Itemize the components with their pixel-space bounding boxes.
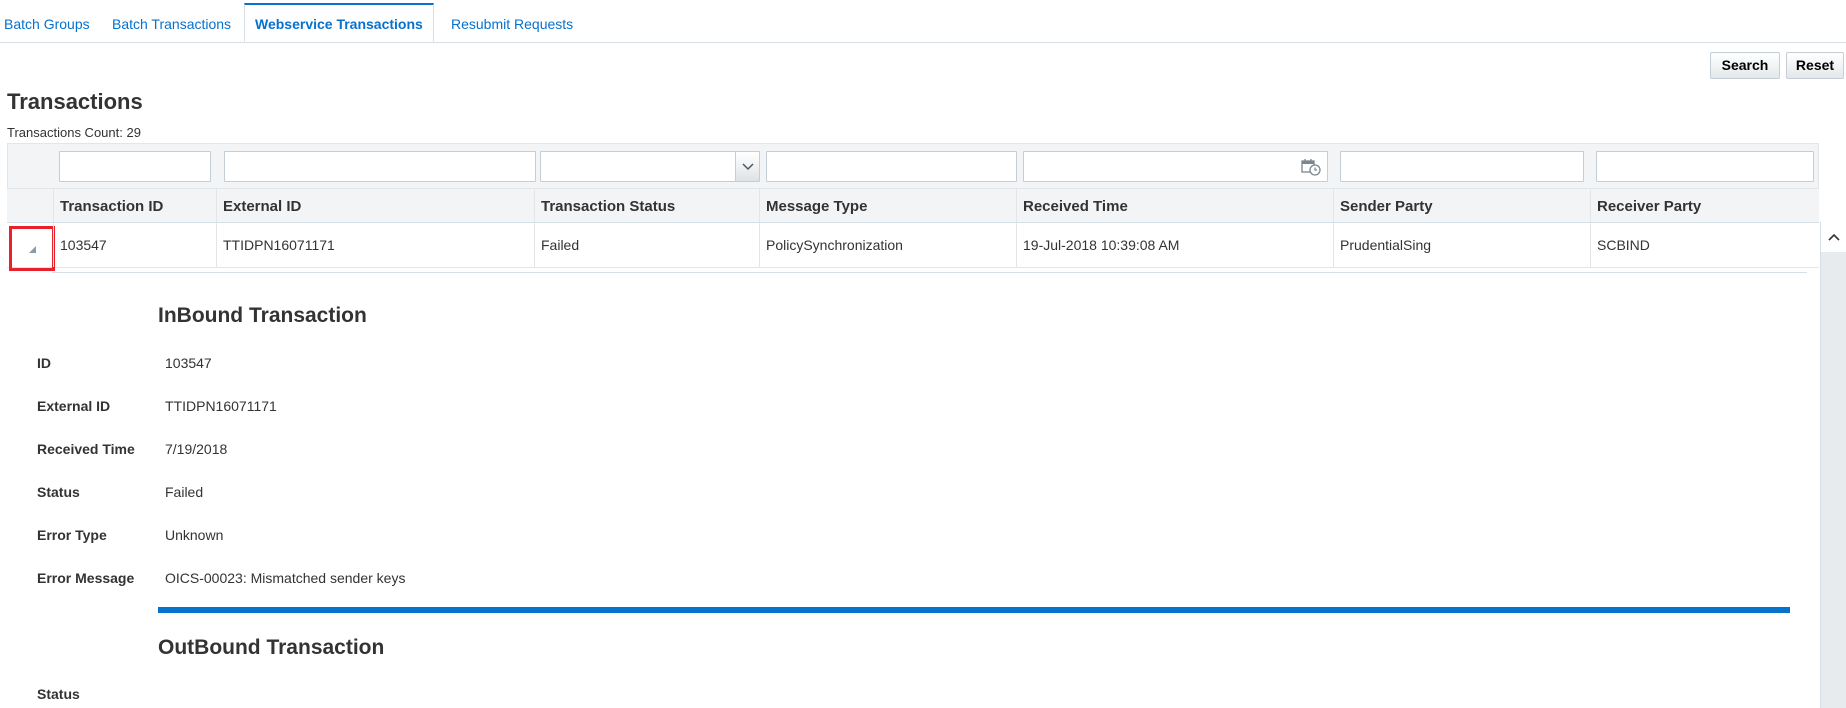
chevron-down-icon[interactable] [735,152,759,181]
table-row[interactable]: 103547 TTIDPN16071171 Failed PolicySynch… [7,223,1819,271]
filter-receiver-party[interactable] [1596,151,1814,182]
page-title: Transactions [7,89,143,114]
tab-batch-transactions[interactable]: Batch Transactions [108,4,235,42]
inbound-error-type-label: Error Type [37,527,107,543]
row-collapse-toggle[interactable] [9,226,55,271]
cell-transaction-status: Failed [534,223,759,267]
inbound-status-value: Failed [165,484,204,500]
filter-sender-party[interactable] [1340,151,1584,182]
filter-transaction-status-select[interactable] [540,151,760,182]
outbound-status-label: Status [37,686,80,702]
filter-row [7,143,1819,189]
inbound-id-label: ID [37,355,51,371]
cell-received-time: 19-Jul-2018 10:39:08 AM [1016,223,1333,267]
transactions-count: Transactions Count: 29 [7,125,141,140]
cell-message-type: PolicySynchronization [759,223,1016,267]
tab-resubmit-requests[interactable]: Resubmit Requests [447,4,577,42]
expand-triangle-icon [28,246,36,253]
filter-message-type[interactable] [766,151,1017,182]
inbound-error-type-value: Unknown [165,527,224,543]
vertical-scrollbar[interactable] [1820,222,1846,708]
inbound-received-time-value: 7/19/2018 [165,441,228,457]
filter-received-time[interactable] [1023,151,1328,182]
column-header-transaction-status[interactable]: Transaction Status [534,189,759,222]
divider [52,272,1807,273]
filter-external-id[interactable] [224,151,536,182]
column-header-message-type[interactable]: Message Type [759,189,1016,222]
inbound-error-message-value: OICS-00023: Mismatched sender keys [165,570,406,586]
filter-transaction-id[interactable] [59,151,211,182]
inbound-external-id-label: External ID [37,398,111,414]
section-divider [158,607,1790,613]
column-header-received-time[interactable]: Received Time [1016,189,1333,222]
cell-sender-party: PrudentialSing [1333,223,1590,267]
column-header-receiver-party[interactable]: Receiver Party [1590,189,1819,222]
scroll-up-icon[interactable] [1821,222,1846,252]
outbound-section-title: OutBound Transaction [158,636,385,659]
reset-button[interactable]: Reset [1786,52,1844,79]
column-header-sender-party[interactable]: Sender Party [1333,189,1590,222]
cell-receiver-party: SCBIND [1590,223,1819,267]
inbound-external-id-value: TTIDPN16071171 [165,398,277,414]
search-button[interactable]: Search [1710,52,1780,79]
cell-external-id: TTIDPN16071171 [216,223,534,267]
column-header-external-id[interactable]: External ID [216,189,534,222]
tab-bar: Batch Groups Batch Transactions Webservi… [0,0,1846,43]
inbound-id-value: 103547 [165,355,212,371]
table-header: Transaction ID External ID Transaction S… [7,189,1819,223]
tab-webservice-transactions[interactable]: Webservice Transactions [244,3,434,42]
cell-transaction-id: 103547 [53,223,216,267]
inbound-error-message-label: Error Message [37,570,135,586]
inbound-status-label: Status [37,484,80,500]
inbound-section-title: InBound Transaction [158,304,367,327]
calendar-clock-icon[interactable] [1301,158,1321,176]
column-header-transaction-id[interactable]: Transaction ID [53,189,216,222]
tab-batch-groups[interactable]: Batch Groups [0,4,94,42]
inbound-received-time-label: Received Time [37,441,135,457]
